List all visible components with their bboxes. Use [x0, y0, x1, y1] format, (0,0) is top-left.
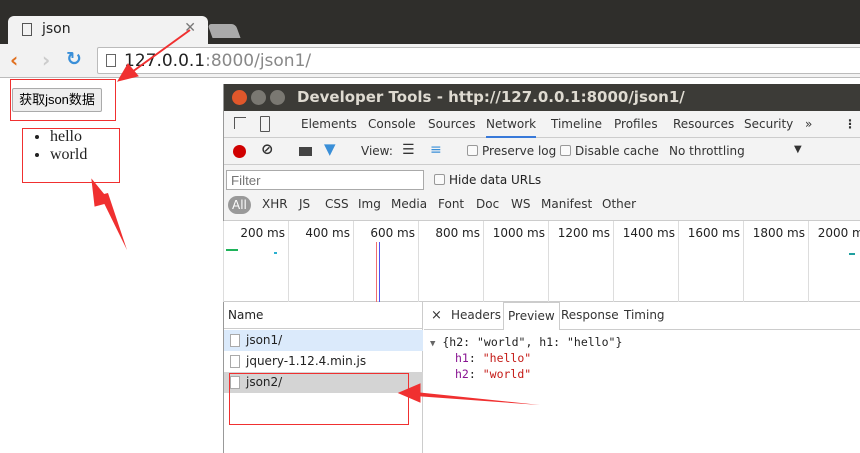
arrow-head	[91, 178, 111, 207]
annotation-arrow	[131, 29, 191, 73]
arrow-head	[116, 63, 139, 82]
arrow-head	[397, 383, 421, 403]
annotation-arrow	[415, 392, 540, 405]
annotation-arrows	[91, 29, 540, 405]
